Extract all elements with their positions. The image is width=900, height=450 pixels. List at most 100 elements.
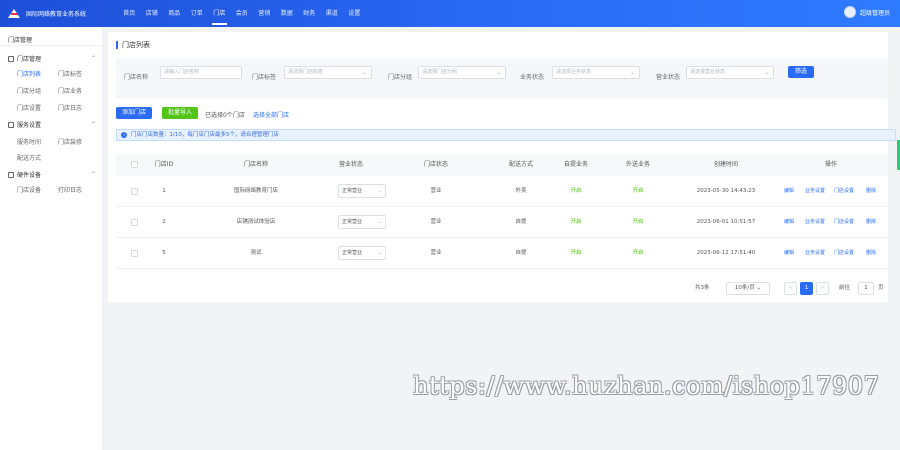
- logo[interactable]: 国际网络教育业务系统: [0, 0, 118, 27]
- open-status-dropdown[interactable]: 正常营业 ⌄: [338, 215, 386, 229]
- sidebar-item-store-groups[interactable]: 门店分组: [17, 86, 41, 95]
- cell-takeout[interactable]: 开启: [618, 207, 658, 238]
- edit-link[interactable]: 编辑: [784, 207, 794, 238]
- nav-item-settings[interactable]: 设置: [343, 0, 366, 27]
- filter-button[interactable]: 筛选: [788, 66, 814, 78]
- open-status-select[interactable]: 请选择营业状态 ⌄: [686, 66, 774, 79]
- nav-item-members[interactable]: 会员: [231, 0, 254, 27]
- nav-item-stores[interactable]: 门店: [208, 0, 231, 27]
- cell-created: 2023-06-01 10:51:57: [696, 219, 756, 225]
- nav-item-home[interactable]: 首页: [118, 0, 141, 27]
- chevron-down-icon: ⌄: [361, 69, 367, 76]
- header-store-name: 门店名称: [243, 161, 268, 168]
- add-store-button[interactable]: 添加门店: [116, 107, 152, 119]
- chevron-up-icon: ⌃: [90, 171, 96, 178]
- cell-takeout[interactable]: 开启: [618, 238, 658, 269]
- page-size-value: 10条/页: [734, 285, 755, 291]
- alert-text: 门店门店数量：1/10，每门店门店最多5个，请合理管理门店: [131, 132, 279, 138]
- info-alert: i 门店门店数量：1/10，每门店门店最多5个，请合理管理门店: [116, 129, 896, 141]
- nav-item-goods[interactable]: 商品: [163, 0, 186, 27]
- nav-item-finance[interactable]: 财务: [298, 0, 321, 27]
- sidebar-group-label: 硬件设备: [17, 172, 42, 179]
- header-actions: 操作: [824, 161, 837, 168]
- device-icon: [8, 171, 14, 178]
- store-name-input[interactable]: 请输入门店名称: [160, 66, 242, 79]
- sidebar-item-store-settings[interactable]: 门店设置: [17, 103, 41, 112]
- chevron-up-icon: ⌃: [90, 121, 96, 128]
- sidebar-divider: [0, 45, 102, 46]
- sidebar-item-service-time[interactable]: 服务时间: [17, 137, 41, 146]
- open-status-dropdown[interactable]: 正常营业 ⌄: [338, 246, 386, 260]
- nav-item-orders[interactable]: 订单: [186, 0, 209, 27]
- business-settings-link[interactable]: 业务设置: [805, 238, 825, 269]
- next-page-button[interactable]: >: [816, 282, 829, 295]
- delete-link[interactable]: 删除: [866, 207, 876, 238]
- nav-item-data[interactable]: 数据: [276, 0, 299, 27]
- chevron-down-icon: ⌄: [377, 219, 382, 225]
- open-status-dropdown[interactable]: 正常营业 ⌄: [338, 184, 386, 198]
- table-row: 5 测试 正常营业 ⌄ 营业 自提 开启 开启 2023-06-12 17:51…: [116, 238, 888, 269]
- cell-store-name: 测试: [250, 250, 262, 256]
- store-settings-link[interactable]: 门店设置: [834, 207, 854, 238]
- user-name: 超级管理员: [859, 9, 890, 17]
- sidebar-item-store-tags[interactable]: 门店标签: [58, 69, 82, 78]
- cell-pickup[interactable]: 开启: [556, 207, 596, 238]
- business-status-select[interactable]: 请选择业务状态 ⌄: [552, 66, 640, 79]
- batch-import-button[interactable]: 批量导入: [162, 107, 198, 119]
- sidebar-item-delivery[interactable]: 配送方式: [17, 153, 41, 162]
- business-settings-link[interactable]: 业务设置: [805, 176, 825, 207]
- delete-link[interactable]: 删除: [866, 176, 876, 207]
- sidebar-item-store-list[interactable]: 门店列表: [17, 69, 41, 78]
- user-menu[interactable]: 超级管理员: [843, 6, 890, 18]
- sidebar-group-service-settings[interactable]: 服务设置 ⌃: [8, 120, 96, 129]
- sidebar-item-print-logs[interactable]: 打印日志: [58, 185, 82, 194]
- cell-store-status: 营业: [430, 188, 442, 194]
- sidebar-group-hardware[interactable]: 硬件设备 ⌃: [8, 170, 96, 179]
- total-count: 共3条: [695, 285, 710, 291]
- nav-item-channels[interactable]: 渠道: [321, 0, 344, 27]
- select-all-checkbox[interactable]: [131, 161, 138, 168]
- store-group-select[interactable]: 请选择门店分组 ⌄: [418, 66, 506, 79]
- sidebar-group-store-management[interactable]: 门店管理 ⌃: [8, 54, 96, 63]
- cell-store-id: 2: [162, 219, 166, 225]
- chevron-down-icon: ⌄: [629, 69, 635, 76]
- store-tag-placeholder: 请选择门店标签: [288, 69, 324, 75]
- business-settings-link[interactable]: 业务设置: [805, 207, 825, 238]
- edit-link[interactable]: 编辑: [784, 176, 794, 207]
- page-1-button[interactable]: 1: [800, 282, 813, 295]
- store-settings-link[interactable]: 门店设置: [834, 176, 854, 207]
- sidebar: 门店管理 门店管理 ⌃ 门店列表 门店标签 门店分组 门店业务 门店设置 门店日…: [0, 27, 103, 450]
- page-size-select[interactable]: 10条/页 ⌄: [726, 282, 770, 295]
- chevron-down-icon: ⌄: [377, 250, 382, 256]
- nav-item-shop[interactable]: 店铺: [141, 0, 164, 27]
- nav-item-marketing[interactable]: 营销: [253, 0, 276, 27]
- goto-page-input[interactable]: 1: [858, 282, 874, 295]
- cell-takeout[interactable]: 开启: [618, 176, 658, 207]
- chevron-down-icon: ⌄: [495, 69, 501, 76]
- cell-pickup[interactable]: 开启: [556, 238, 596, 269]
- edit-link[interactable]: 编辑: [784, 238, 794, 269]
- cell-delivery: 外卖: [515, 188, 527, 194]
- open-status-value: 正常营业: [342, 250, 363, 256]
- row-checkbox[interactable]: [131, 188, 138, 195]
- sidebar-item-store-business[interactable]: 门店业务: [58, 86, 82, 95]
- filter-name-label: 门店名称: [124, 74, 149, 81]
- store-tag-select[interactable]: 请选择门店标签 ⌄: [284, 66, 372, 79]
- cell-store-id: 5: [162, 250, 166, 256]
- store-settings-link[interactable]: 门店设置: [834, 238, 854, 269]
- row-checkbox[interactable]: [131, 219, 138, 226]
- page-suffix: 页: [878, 285, 884, 291]
- chevron-down-icon: ⌄: [756, 285, 762, 291]
- prev-page-button[interactable]: <: [784, 282, 797, 295]
- goto-label: 前往: [839, 285, 851, 291]
- delete-link[interactable]: 删除: [866, 238, 876, 269]
- sidebar-group-label: 服务设置: [17, 122, 42, 129]
- sidebar-item-store-devices[interactable]: 门店设备: [17, 185, 41, 194]
- cell-pickup[interactable]: 开启: [556, 176, 596, 207]
- sidebar-item-store-logs[interactable]: 门店日志: [58, 103, 82, 112]
- row-checkbox[interactable]: [131, 250, 138, 257]
- watermark-text: https://www.huzhan.com/ishop17907: [413, 372, 880, 400]
- cell-created: 2023-06-12 17:51:40: [696, 250, 756, 256]
- sidebar-item-store-decor[interactable]: 门店装修: [58, 137, 82, 146]
- select-all-link[interactable]: 选择全部门店: [253, 110, 289, 119]
